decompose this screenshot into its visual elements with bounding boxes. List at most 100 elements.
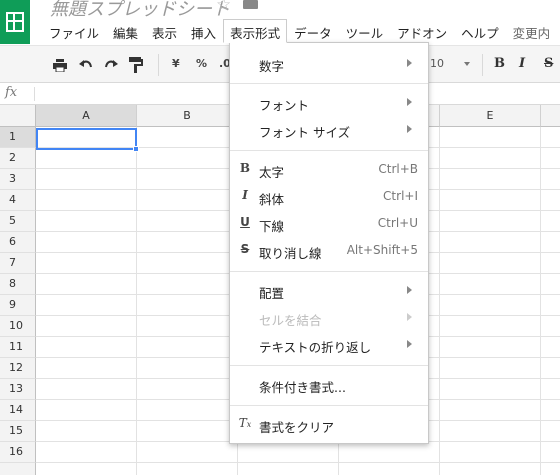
sheets-logo[interactable] <box>0 0 30 44</box>
menu-item-label: 下線 <box>259 219 285 234</box>
menu-separator <box>230 83 428 84</box>
row-header[interactable]: 16 <box>0 442 36 463</box>
format-menu-font-size[interactable]: フォント サイズ <box>230 117 428 143</box>
menu-item-label: 条件付き書式... <box>259 380 346 395</box>
menu-item-label: 数字 <box>259 59 285 74</box>
star-icon[interactable]: ☆ <box>216 0 231 15</box>
menu-item-label: セルを結合 <box>259 313 322 328</box>
menu-item-shortcut: Ctrl+I <box>383 189 418 203</box>
formula-divider <box>34 87 35 101</box>
menu-format[interactable]: 表示形式 <box>223 19 288 43</box>
format-menu-italic[interactable]: I 斜体 Ctrl+I <box>230 184 428 210</box>
underline-icon: U <box>240 215 250 229</box>
submenu-arrow-icon <box>407 59 412 67</box>
toolbar-separator <box>482 54 483 76</box>
column-header-a[interactable]: A <box>36 105 137 127</box>
row-header[interactable]: 4 <box>0 190 36 211</box>
submenu-arrow-icon <box>407 98 412 106</box>
menu-item-label: 書式をクリア <box>259 420 335 435</box>
format-menu-merge-cells: セルを結合 <box>230 305 428 331</box>
italic-icon: I <box>242 188 248 202</box>
row-header[interactable]: 10 <box>0 316 36 337</box>
menu-help[interactable]: ヘルプ <box>454 19 506 43</box>
menu-view[interactable]: 表示 <box>145 19 184 43</box>
menu-item-label: テキストの折り返し <box>259 340 372 355</box>
redo-icon[interactable] <box>101 55 121 75</box>
menu-separator <box>230 365 428 366</box>
menu-separator <box>230 150 428 151</box>
font-size-select[interactable]: 10 <box>430 57 444 70</box>
sheets-grid-icon <box>6 12 24 32</box>
row-header[interactable]: 14 <box>0 400 36 421</box>
undo-icon[interactable] <box>76 55 96 75</box>
menu-item-label: フォント <box>259 98 310 113</box>
column-gridline <box>540 127 541 475</box>
row-header[interactable]: 8 <box>0 274 36 295</box>
column-header-e[interactable]: E <box>440 105 541 127</box>
row-header[interactable]: 11 <box>0 337 36 358</box>
menu-file[interactable]: ファイル <box>42 19 106 43</box>
menu-item-label: 斜体 <box>259 192 285 207</box>
format-menu-bold[interactable]: B 太字 Ctrl+B <box>230 157 428 183</box>
row-header[interactable]: 1 <box>0 127 36 148</box>
fx-icon: fx <box>5 85 18 100</box>
column-gridline <box>136 127 137 475</box>
format-menu-strikethrough[interactable]: S 取り消し線 Alt+Shift+5 <box>230 238 428 264</box>
menu-item-shortcut: Alt+Shift+5 <box>346 243 418 257</box>
row-header[interactable]: 6 <box>0 232 36 253</box>
format-menu-text-wrapping[interactable]: テキストの折り返し <box>230 332 428 358</box>
row-gridline <box>36 462 560 463</box>
menu-data[interactable]: データ <box>287 19 339 43</box>
select-all-corner[interactable] <box>0 105 36 127</box>
row-header[interactable]: 15 <box>0 421 36 442</box>
doc-title[interactable]: 無題スプレッドシート <box>50 0 230 21</box>
menu-changes[interactable]: 変更内 <box>506 19 558 43</box>
menu-item-shortcut: Ctrl+U <box>377 216 418 230</box>
column-gridline <box>439 127 440 475</box>
format-menu: 数字 フォント フォント サイズ B 太字 Ctrl+B I 斜体 Ctrl+I… <box>229 42 429 444</box>
submenu-arrow-icon <box>407 340 412 348</box>
row-header[interactable]: 9 <box>0 295 36 316</box>
menu-separator <box>230 405 428 406</box>
format-menu-font[interactable]: フォント <box>230 90 428 116</box>
menu-insert[interactable]: 挿入 <box>184 19 223 43</box>
strikethrough-button[interactable]: S <box>544 56 553 71</box>
percent-format-button[interactable]: % <box>196 57 207 70</box>
menu-item-label: 配置 <box>259 286 285 301</box>
bold-button[interactable]: B <box>494 56 505 71</box>
currency-format-button[interactable]: ¥ <box>172 57 180 70</box>
folder-icon[interactable] <box>243 0 258 9</box>
menu-tools[interactable]: ツール <box>339 19 391 43</box>
print-icon[interactable] <box>50 55 70 75</box>
row-header[interactable]: 12 <box>0 358 36 379</box>
format-menu-clear-formatting[interactable]: Tx 書式をクリア <box>230 412 428 438</box>
row-header[interactable]: 2 <box>0 148 36 169</box>
column-header-b[interactable]: B <box>137 105 238 127</box>
format-menu-underline[interactable]: U 下線 Ctrl+U <box>230 211 428 237</box>
row-header[interactable]: 13 <box>0 379 36 400</box>
menu-item-shortcut: Ctrl+B <box>378 162 418 176</box>
row-header[interactable]: 3 <box>0 169 36 190</box>
toolbar-separator <box>158 54 159 76</box>
row-header[interactable] <box>0 463 36 475</box>
row-header[interactable]: 7 <box>0 253 36 274</box>
menu-separator <box>230 271 428 272</box>
selected-cell-a1[interactable] <box>36 128 137 150</box>
column-header-f[interactable] <box>541 105 560 127</box>
menu-item-label: 取り消し線 <box>259 246 322 261</box>
format-menu-conditional-formatting[interactable]: 条件付き書式... <box>230 372 428 398</box>
app-header: 無題スプレッドシート ☆ ファイル 編集 表示 挿入 表示形式 データ ツール … <box>0 0 560 45</box>
format-menu-number[interactable]: 数字 <box>230 51 428 77</box>
format-menu-align[interactable]: 配置 <box>230 278 428 304</box>
menu-item-label: フォント サイズ <box>259 125 351 140</box>
paint-format-icon[interactable] <box>126 55 146 75</box>
menu-item-label: 太字 <box>259 165 285 180</box>
row-header[interactable]: 5 <box>0 211 36 232</box>
menu-edit[interactable]: 編集 <box>106 19 145 43</box>
font-size-caret-icon[interactable] <box>464 62 470 66</box>
menu-addons[interactable]: アドオン <box>390 19 454 43</box>
italic-button[interactable]: I <box>519 56 525 71</box>
submenu-arrow-icon <box>407 125 412 133</box>
fill-handle[interactable] <box>133 146 139 152</box>
submenu-arrow-icon <box>407 313 412 321</box>
